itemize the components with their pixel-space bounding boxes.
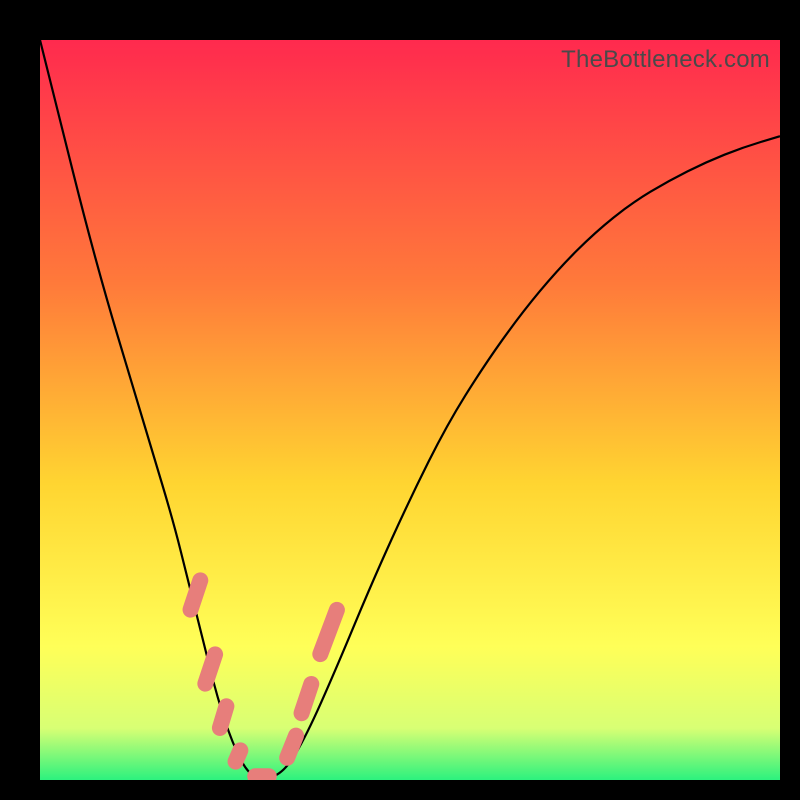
curve-markers — [180, 570, 347, 780]
chart-frame: TheBottleneck.com — [0, 0, 800, 800]
data-marker — [247, 768, 277, 780]
data-marker — [225, 740, 251, 772]
data-marker — [195, 644, 225, 693]
chart-plot-area: TheBottleneck.com — [40, 40, 780, 780]
data-marker — [180, 570, 210, 619]
data-marker — [277, 725, 307, 768]
data-marker — [291, 674, 321, 723]
bottleneck-curve — [40, 40, 780, 778]
data-marker — [210, 696, 236, 738]
chart-svg — [40, 40, 780, 780]
